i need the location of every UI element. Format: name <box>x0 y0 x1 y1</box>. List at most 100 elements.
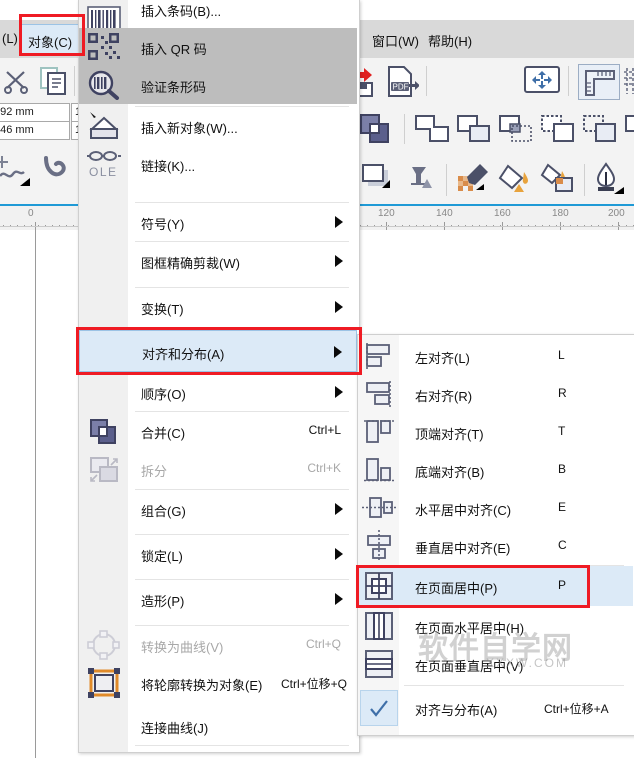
submenu-item-align-top[interactable]: 顶端对齐(T) T <box>358 413 633 451</box>
pdf-icon[interactable]: PDF <box>385 64 419 98</box>
fill-icon[interactable] <box>498 162 534 196</box>
intersect-icon[interactable] <box>498 114 534 144</box>
bezier-tool-icon[interactable] <box>40 152 78 194</box>
submenu-item-align-and-distribute-docker[interactable]: 对齐与分布(A) Ctrl+位移+A <box>358 687 633 729</box>
grid-icon[interactable] <box>623 67 634 95</box>
submenu-item-align-right[interactable]: 右对齐(R) R <box>358 375 633 413</box>
menu-item-label: 顺序(O) <box>141 387 186 402</box>
combine-icon[interactable] <box>358 112 392 146</box>
submenu-item-label: 顶端对齐(T) <box>415 427 484 442</box>
checkmark-icon <box>370 700 388 717</box>
menu-item-window[interactable]: 窗口(W) <box>372 31 419 50</box>
submenu-item-label: 垂直居中对齐(E) <box>415 541 511 556</box>
object-width-field[interactable]: 892 mm <box>0 103 70 122</box>
menu-item-help[interactable]: 帮助(H) <box>428 31 472 50</box>
check-indicator-box <box>360 690 398 726</box>
submenu-item-align-center-vertical[interactable]: 垂直居中对齐(E) C <box>358 527 633 565</box>
shadow-icon[interactable] <box>360 162 394 196</box>
menu-item-group[interactable]: 组合(G) <box>79 490 357 528</box>
menu-item-order[interactable]: 顺序(O) <box>79 373 357 411</box>
submenu-item-center-horizontally-on-page[interactable]: 在页面水平居中(H) <box>358 607 633 645</box>
toolbar-separator <box>404 114 405 144</box>
submenu-item-align-left[interactable]: 左对齐(L) L <box>358 337 633 375</box>
combine-icon <box>90 419 116 444</box>
menu-item-symbol[interactable]: 符号(Y) <box>79 203 357 241</box>
submenu-item-center-on-page[interactable]: 在页面居中(P) P <box>358 566 633 606</box>
submenu-arrow-icon <box>335 503 343 515</box>
object-dropdown-menu: 插入条码(B)... 插入 QR 码 验证条形码 插入新对象(W)... OLE… <box>78 0 360 753</box>
toolbar-separator <box>74 66 75 96</box>
menu-item-label: 插入条码(B)... <box>141 4 222 19</box>
menu-item-join-curves[interactable]: 连接曲线(J) <box>79 707 357 745</box>
menu-item-label: 验证条形码 <box>141 80 207 95</box>
object-height-value: 946 mm <box>0 124 34 136</box>
transparency-icon[interactable] <box>404 162 438 196</box>
ruler-toggle-button[interactable] <box>578 64 620 100</box>
submenu-item-accel: R <box>558 386 567 400</box>
menu-item-insert-barcode[interactable]: 插入条码(B)... <box>79 0 357 32</box>
ruler-tick-label: 200 <box>608 208 625 219</box>
menu-item-label: 造形(P) <box>141 594 185 609</box>
menu-item-label: 合并(C) <box>141 426 186 441</box>
menu-item-convert-to-curves: 转换为曲线(V) Ctrl+Q <box>79 626 357 664</box>
scissors-icon[interactable] <box>2 66 32 96</box>
convert-to-curves-icon <box>87 630 120 660</box>
weld-icon[interactable] <box>414 114 450 144</box>
break-apart-icon <box>90 457 118 482</box>
submenu-item-accel: L <box>558 348 565 362</box>
back-minus-front-icon[interactable] <box>624 114 634 144</box>
menu-item-accel: Ctrl+位移+Q <box>280 677 347 691</box>
simplify-icon[interactable] <box>540 114 576 144</box>
menu-item-l[interactable]: (L) <box>2 31 18 46</box>
menu-item-label: 链接(K)... <box>141 159 196 174</box>
eyedropper-icon[interactable] <box>456 162 494 196</box>
menu-item-lock[interactable]: 锁定(L) <box>79 535 357 573</box>
trim-icon[interactable] <box>456 114 492 144</box>
submenu-item-align-center-horizontal[interactable]: 水平居中对齐(C) E <box>358 489 633 527</box>
copy-icon[interactable] <box>38 65 70 97</box>
object-height-field[interactable]: 946 mm <box>0 121 70 140</box>
align-top-icon <box>364 420 394 443</box>
align-and-distribute-submenu: 左对齐(L) L 右对齐(R) R 顶端对齐(T) T 底端对齐(B) B 水平… <box>357 334 634 736</box>
menu-item-shaping[interactable]: 造形(P) <box>79 580 357 618</box>
submenu-item-label: 在页面水平居中(H) <box>415 621 525 636</box>
menu-item-powerclip[interactable]: 图框精确剪裁(W) <box>79 242 357 280</box>
verify-barcode-icon <box>88 70 119 100</box>
submenu-item-align-bottom[interactable]: 底端对齐(B) B <box>358 451 633 489</box>
menu-item-transform[interactable]: 变换(T) <box>79 288 357 326</box>
menu-item-label: 转换为曲线(V) <box>141 640 224 655</box>
menu-item-label: 拆分 <box>141 464 168 479</box>
menu-item-link[interactable]: OLE 链接(K)... <box>79 145 357 183</box>
fit-to-screen-icon[interactable] <box>522 65 562 97</box>
submenu-item-accel: B <box>558 462 567 476</box>
submenu-item-label: 在页面居中(P) <box>415 581 498 596</box>
menu-item-accel: Ctrl+K <box>307 461 341 475</box>
outline-pen-icon[interactable] <box>592 162 626 196</box>
freehand-tool-icon[interactable] <box>0 152 36 194</box>
svg-text:PDF: PDF <box>393 82 409 91</box>
ruler-tick-label: 140 <box>436 208 453 219</box>
menu-item-verify-barcode[interactable]: 验证条形码 <box>79 66 357 104</box>
submenu-arrow-icon <box>335 301 343 313</box>
submenu-arrow-icon <box>335 386 343 398</box>
menu-item-align-and-distribute[interactable]: 对齐和分布(A) <box>79 330 357 372</box>
vertical-guide-line <box>35 230 36 758</box>
insert-object-icon <box>89 112 119 139</box>
interactive-fill-icon[interactable] <box>540 162 578 196</box>
menu-separator <box>135 745 349 746</box>
submenu-item-center-vertically-on-page[interactable]: 在页面垂直居中(V) <box>358 645 633 683</box>
menu-item-insert-new-object[interactable]: 插入新对象(W)... <box>79 107 357 145</box>
submenu-arrow-icon <box>335 593 343 605</box>
submenu-item-accel: T <box>558 424 566 438</box>
menu-item-convert-outline-to-object[interactable]: 将轮廓转换为对象(E) Ctrl+位移+Q <box>79 664 357 702</box>
front-minus-back-icon[interactable] <box>582 114 618 144</box>
menu-item-label: 符号(Y) <box>141 217 185 232</box>
ruler-origin-label: 0 <box>28 208 34 219</box>
toolbar-separator <box>584 164 585 196</box>
menu-item-label: 锁定(L) <box>141 549 183 564</box>
menu-item-object[interactable]: 对象(C) <box>20 24 82 54</box>
submenu-item-label: 对齐与分布(A) <box>415 703 498 718</box>
submenu-item-label: 在页面垂直居中(V) <box>415 659 524 674</box>
menu-item-insert-qr-code[interactable]: 插入 QR 码 <box>79 28 357 66</box>
menu-item-combine[interactable]: 合并(C) Ctrl+L <box>79 412 357 450</box>
